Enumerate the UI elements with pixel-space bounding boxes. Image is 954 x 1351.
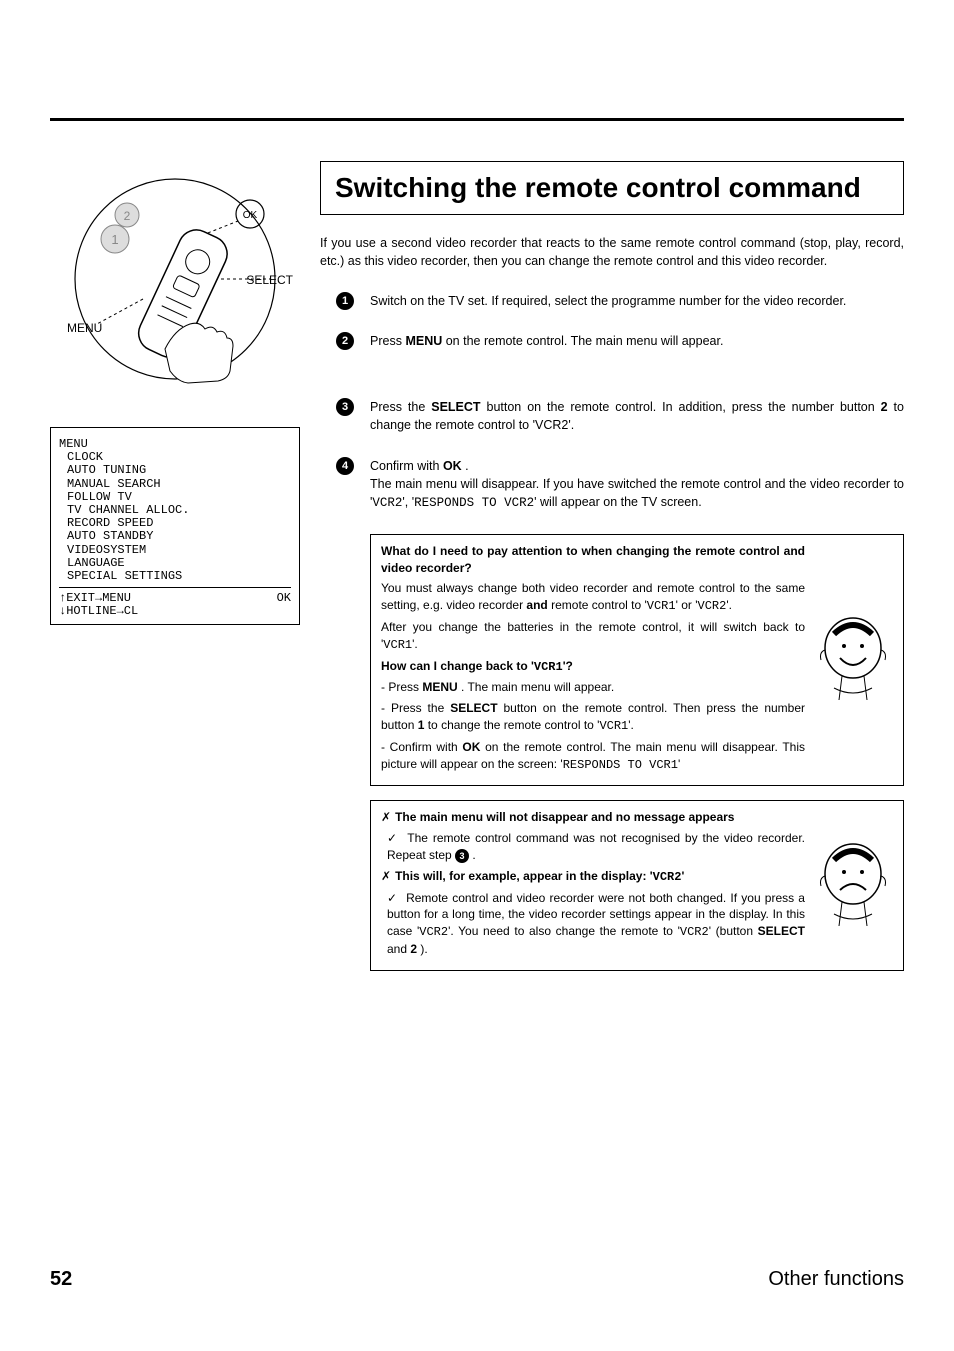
step-3: 3 Press the SELECT button on the remote … — [320, 398, 904, 434]
faq-line: - Press MENU . The main menu will appear… — [381, 679, 805, 696]
ok-label: OK — [243, 210, 258, 221]
osd-menu-screenshot: MENU CLOCK AUTO TUNING MANUAL SEARCH FOL… — [50, 427, 300, 625]
section-title: Switching the remote control command — [335, 172, 889, 204]
page-number: 52 — [50, 1268, 72, 1291]
select-label: SELECT — [246, 273, 293, 287]
info-box-troubleshoot: The main menu will not disappear and no … — [370, 800, 904, 970]
step-number-icon: 2 — [336, 332, 354, 350]
step-number-icon: 4 — [336, 457, 354, 475]
left-column: OK SELECT MENU — [50, 161, 300, 985]
menu-label: MENU — [67, 321, 102, 335]
step-1: 1 Switch on the TV set. If required, sel… — [320, 292, 904, 310]
osd-footer-right: OK — [277, 592, 291, 618]
osd-item: AUTO STANDBY — [67, 530, 291, 543]
faq-question-2: How can I change back to 'VCR1'? — [381, 658, 805, 676]
sad-face-icon — [813, 809, 893, 961]
trouble-answer: Remote control and video recorder were n… — [381, 890, 805, 958]
trouble-heading-2: This will, for example, appear in the di… — [381, 868, 805, 886]
osd-item: VIDEOSYSTEM — [67, 544, 291, 557]
step-number-icon: 3 — [336, 398, 354, 416]
trouble-answer: The remote control command was not recog… — [381, 830, 805, 864]
step-1-text: Switch on the TV set. If required, selec… — [370, 292, 904, 310]
svg-text:1: 1 — [111, 232, 118, 247]
osd-item: FOLLOW TV — [67, 491, 291, 504]
step-3-text: Press the SELECT button on the remote co… — [370, 398, 904, 434]
svg-text:2: 2 — [124, 209, 131, 223]
faq-answer: After you change the batteries in the re… — [381, 619, 805, 654]
trouble-heading-1: The main menu will not disappear and no … — [381, 809, 805, 826]
intro-text: If you use a second video recorder that … — [320, 235, 904, 270]
happy-face-icon — [813, 543, 893, 778]
step-2-text: Press MENU on the remote control. The ma… — [370, 332, 904, 350]
faq-line: - Press the SELECT button on the remote … — [381, 700, 805, 735]
step-4-text: Confirm with OK . The main menu will dis… — [370, 457, 904, 512]
step-number-icon: 1 — [336, 292, 354, 310]
faq-question-1: What do I need to pay attention to when … — [381, 544, 805, 575]
osd-item: LANGUAGE — [67, 557, 291, 570]
section-title-box: Switching the remote control command — [320, 161, 904, 215]
osd-item: SPECIAL SETTINGS — [67, 570, 291, 583]
remote-illustration: OK SELECT MENU — [50, 169, 300, 399]
page-footer: 52 Other functions — [50, 1268, 904, 1291]
step-number-icon: 3 — [455, 849, 469, 863]
header-rule — [50, 118, 904, 121]
page-layout: OK SELECT MENU — [50, 161, 904, 985]
right-column: Switching the remote control command If … — [320, 161, 904, 985]
osd-item: AUTO TUNING — [67, 464, 291, 477]
faq-answer: You must always change both video record… — [381, 580, 805, 615]
osd-footer-left: ↓HOTLINE→CL — [59, 605, 138, 618]
faq-line: - Confirm with OK on the remote control.… — [381, 739, 805, 774]
info-box-faq: What do I need to pay attention to when … — [370, 534, 904, 787]
step-2: 2 Press MENU on the remote control. The … — [320, 332, 904, 350]
section-name: Other functions — [768, 1268, 904, 1291]
osd-item: MANUAL SEARCH — [67, 478, 291, 491]
step-4: 4 Confirm with OK . The main menu will d… — [320, 457, 904, 512]
